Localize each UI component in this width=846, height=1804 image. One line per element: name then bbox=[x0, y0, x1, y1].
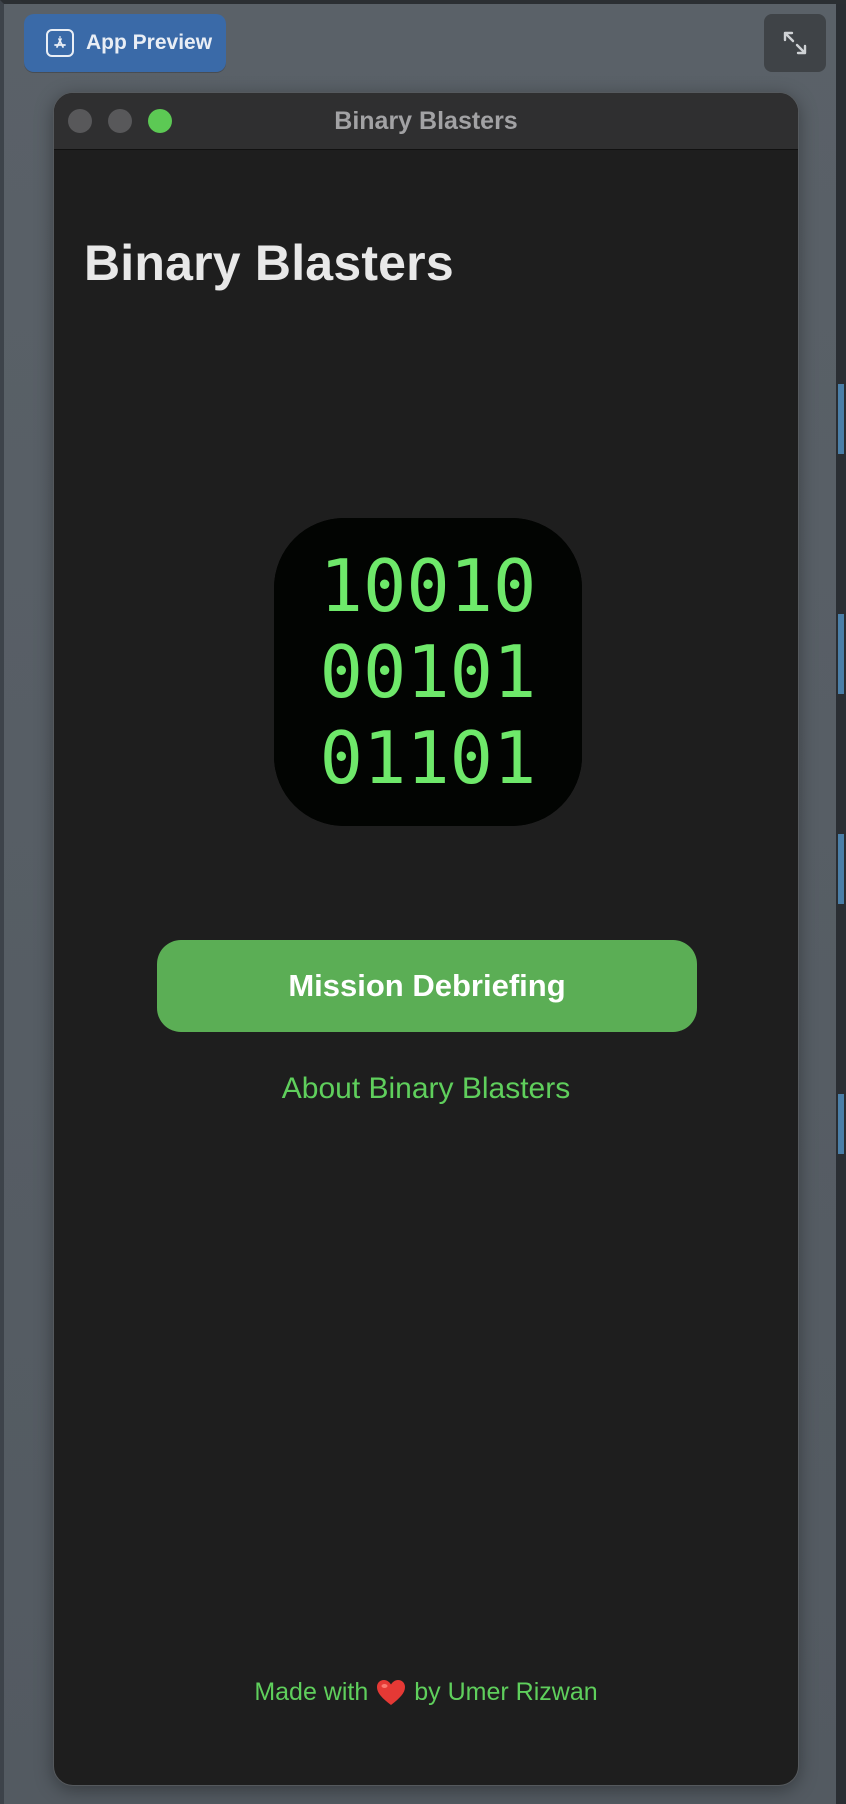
logo-line: 10010 bbox=[319, 544, 537, 628]
app-preview-label: App Preview bbox=[86, 31, 213, 54]
expand-icon bbox=[783, 31, 807, 55]
app-store-icon bbox=[46, 29, 74, 57]
logo-line: 00101 bbox=[319, 630, 537, 714]
footer-credit: Made with by Umer Rizwan bbox=[54, 1678, 798, 1707]
app-content: Binary Blasters 10010 00101 01101 Missio… bbox=[54, 150, 798, 1785]
app-window: Binary Blasters Binary Blasters 10010 00… bbox=[53, 92, 799, 1786]
expand-button[interactable] bbox=[764, 14, 826, 72]
window-titlebar: Binary Blasters bbox=[54, 93, 798, 150]
app-preview-button[interactable]: App Preview bbox=[24, 14, 226, 72]
side-panel-edge bbox=[836, 4, 846, 1804]
footer-suffix: by Umer Rizwan bbox=[414, 1678, 598, 1706]
edge-marker bbox=[838, 614, 844, 694]
window-controls bbox=[68, 109, 172, 133]
close-window-button[interactable] bbox=[68, 109, 92, 133]
edge-marker bbox=[838, 1094, 844, 1154]
mission-debriefing-button[interactable]: Mission Debriefing bbox=[157, 940, 697, 1032]
logo-digits: 10010 00101 01101 bbox=[274, 518, 582, 826]
footer-prefix: Made with bbox=[254, 1678, 369, 1706]
edge-marker bbox=[838, 384, 844, 454]
about-link[interactable]: About Binary Blasters bbox=[54, 1072, 798, 1106]
minimize-window-button[interactable] bbox=[108, 109, 132, 133]
edge-marker bbox=[838, 834, 844, 904]
page-title: Binary Blasters bbox=[84, 235, 454, 291]
heart-icon bbox=[376, 1679, 406, 1707]
preview-canvas: App Preview Binary Blasters Binary Blast… bbox=[0, 0, 846, 1804]
binary-logo-icon: 10010 00101 01101 bbox=[274, 518, 582, 826]
logo-line: 01101 bbox=[319, 716, 537, 800]
zoom-window-button[interactable] bbox=[148, 109, 172, 133]
